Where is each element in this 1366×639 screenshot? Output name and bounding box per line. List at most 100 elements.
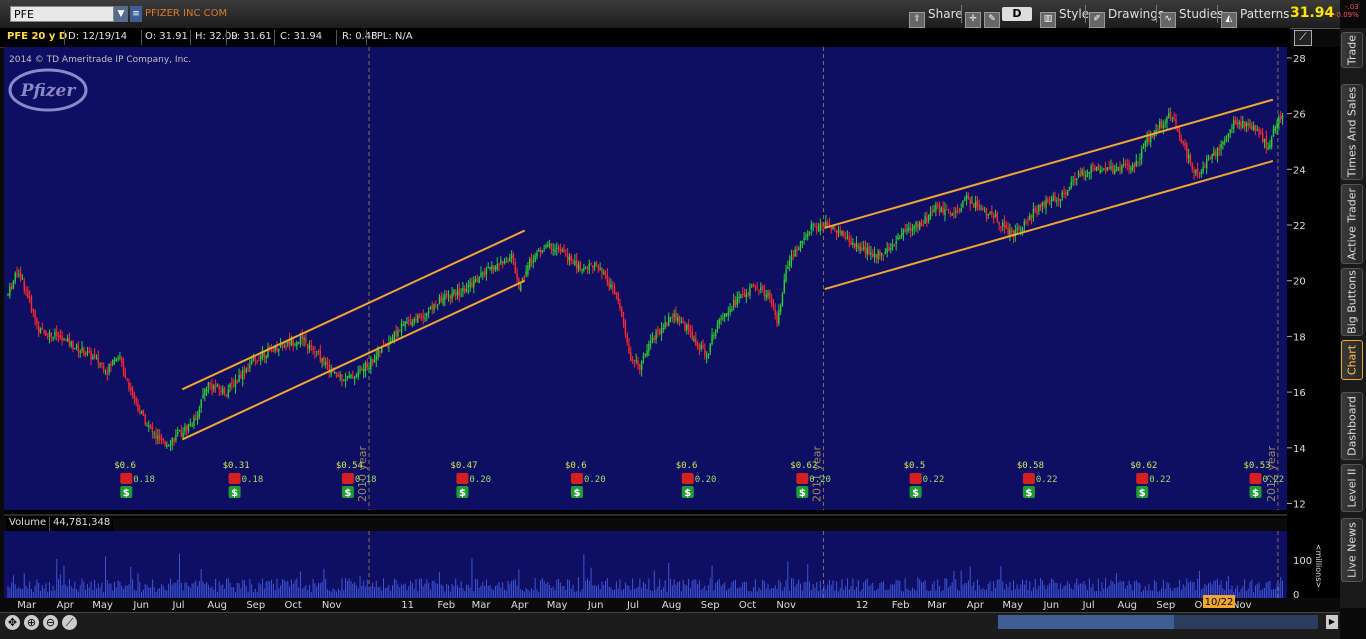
candle-body: [337, 374, 340, 376]
tab-live-news[interactable]: Live News: [1341, 518, 1363, 582]
chevron-right-icon[interactable]: ▶: [1326, 615, 1338, 629]
candle-body: [162, 438, 164, 441]
candle-body: [1079, 173, 1082, 176]
candle-body: [1083, 171, 1085, 177]
candle-body: [483, 272, 486, 276]
candle-body: [1215, 152, 1217, 156]
candle-body: [1142, 146, 1145, 149]
candle-body: [104, 371, 107, 373]
candle-body: [693, 339, 695, 342]
candle-body: [278, 348, 280, 352]
candle-body: [1182, 141, 1184, 144]
pan-icon[interactable]: ✥: [5, 615, 20, 630]
earnings-icon: [570, 473, 583, 484]
y-tick-label: 14: [1293, 444, 1306, 455]
candle-body: [285, 345, 287, 347]
candle-body: [888, 247, 890, 251]
candle-body: [160, 439, 163, 441]
candle-body: [987, 213, 989, 216]
candle-body: [169, 443, 172, 446]
candle-body: [1085, 174, 1087, 178]
tab-level-ii[interactable]: Level II: [1341, 464, 1363, 512]
candle-body: [1251, 125, 1253, 131]
chart-draw-icon[interactable]: ⟋: [1294, 30, 1312, 46]
info-divider: [274, 30, 275, 45]
chart-period[interactable]: PFE 20 y D: [7, 31, 67, 42]
y-tick-label: 16: [1293, 388, 1306, 399]
candle-body: [346, 376, 349, 378]
candle-body: [559, 248, 562, 252]
scrollbar-thumb[interactable]: [998, 615, 1174, 629]
style-button[interactable]: ▥ Style: [1040, 4, 1089, 28]
tab-big-buttons[interactable]: Big Buttons: [1341, 268, 1363, 336]
candle-body: [552, 249, 554, 251]
dividend-label: $0.6: [565, 461, 587, 471]
candle-body: [610, 283, 612, 288]
symbol-input[interactable]: PFE: [10, 6, 114, 22]
candle-body: [682, 321, 684, 323]
candle-body: [946, 209, 948, 211]
candle-body: [772, 303, 775, 308]
candle-body: [761, 285, 764, 290]
candle-body: [911, 228, 914, 232]
candle-body: [1045, 199, 1047, 208]
tab-trade[interactable]: Trade: [1341, 32, 1363, 68]
candle-body: [1050, 199, 1053, 202]
zoom-out-icon[interactable]: ⊖: [43, 615, 58, 630]
candle-body: [167, 445, 170, 447]
company-name: PFIZER INC COM: [145, 8, 228, 19]
candle-body: [1171, 118, 1174, 120]
candle-body: [97, 357, 99, 363]
zoom-in-icon[interactable]: ⊕: [24, 615, 39, 630]
toolbar-divider: [1217, 5, 1218, 23]
tab-chart[interactable]: Chart: [1341, 340, 1363, 380]
candle-body: [592, 265, 594, 269]
candle-body: [283, 346, 285, 348]
aggregation-button[interactable]: D: [1002, 7, 1032, 21]
info-fpl: FPL: N/A: [371, 31, 413, 42]
studies-button[interactable]: ∿ Studies: [1160, 4, 1224, 28]
candle-body: [420, 316, 423, 318]
candle-body: [83, 347, 85, 356]
candle-body: [621, 308, 623, 317]
drawings-button[interactable]: ✐ Drawings: [1089, 4, 1164, 28]
tab-times-and-sales[interactable]: Times And Sales: [1341, 84, 1363, 180]
candle-body: [1108, 167, 1110, 169]
candle-body: [431, 305, 433, 309]
x-tick-label: Oct: [739, 600, 756, 611]
candle-body: [1016, 228, 1018, 230]
price-chart[interactable]: 2010 year 2011 year 2012 year 12 14 16 18 20 22…: [0, 47, 1340, 612]
candle-body: [1020, 230, 1022, 232]
candle-body: [725, 313, 728, 317]
earnings-icon: [1022, 473, 1035, 484]
tab-dashboard[interactable]: Dashboard: [1341, 392, 1363, 460]
candle-body: [186, 425, 188, 430]
tab-active-trader[interactable]: Active Trader: [1341, 184, 1363, 264]
chevron-down-icon[interactable]: ▼: [114, 6, 128, 22]
candle-body: [657, 330, 659, 332]
candle-body: [826, 221, 829, 225]
candle-body: [583, 268, 585, 271]
candle-body: [967, 196, 970, 199]
candle-body: [525, 271, 527, 276]
share-button[interactable]: ⇪ Share: [909, 4, 963, 28]
candle-body: [1249, 123, 1251, 125]
candle-body: [752, 284, 755, 286]
dividend-label: $0.58: [1017, 461, 1044, 471]
candle-body: [765, 294, 767, 298]
candle-body: [917, 223, 919, 229]
candle-body: [908, 227, 910, 231]
draw-line-icon[interactable]: ⟋: [62, 615, 77, 630]
pencil-tool-button[interactable]: ✎: [984, 4, 1003, 28]
x-tick-label: Sep: [1156, 600, 1175, 611]
candle-body: [124, 372, 127, 378]
patterns-button[interactable]: ◭ Patterns: [1221, 4, 1289, 28]
earnings-icon: [228, 473, 241, 484]
crosshair-tool-button[interactable]: ✛: [965, 4, 984, 28]
symbol-settings-icon[interactable]: ≡: [130, 6, 142, 22]
candle-body: [973, 203, 975, 208]
candle-body: [763, 289, 766, 296]
candle-body: [722, 317, 724, 319]
candle-body: [301, 335, 303, 339]
candle-body: [236, 380, 238, 382]
